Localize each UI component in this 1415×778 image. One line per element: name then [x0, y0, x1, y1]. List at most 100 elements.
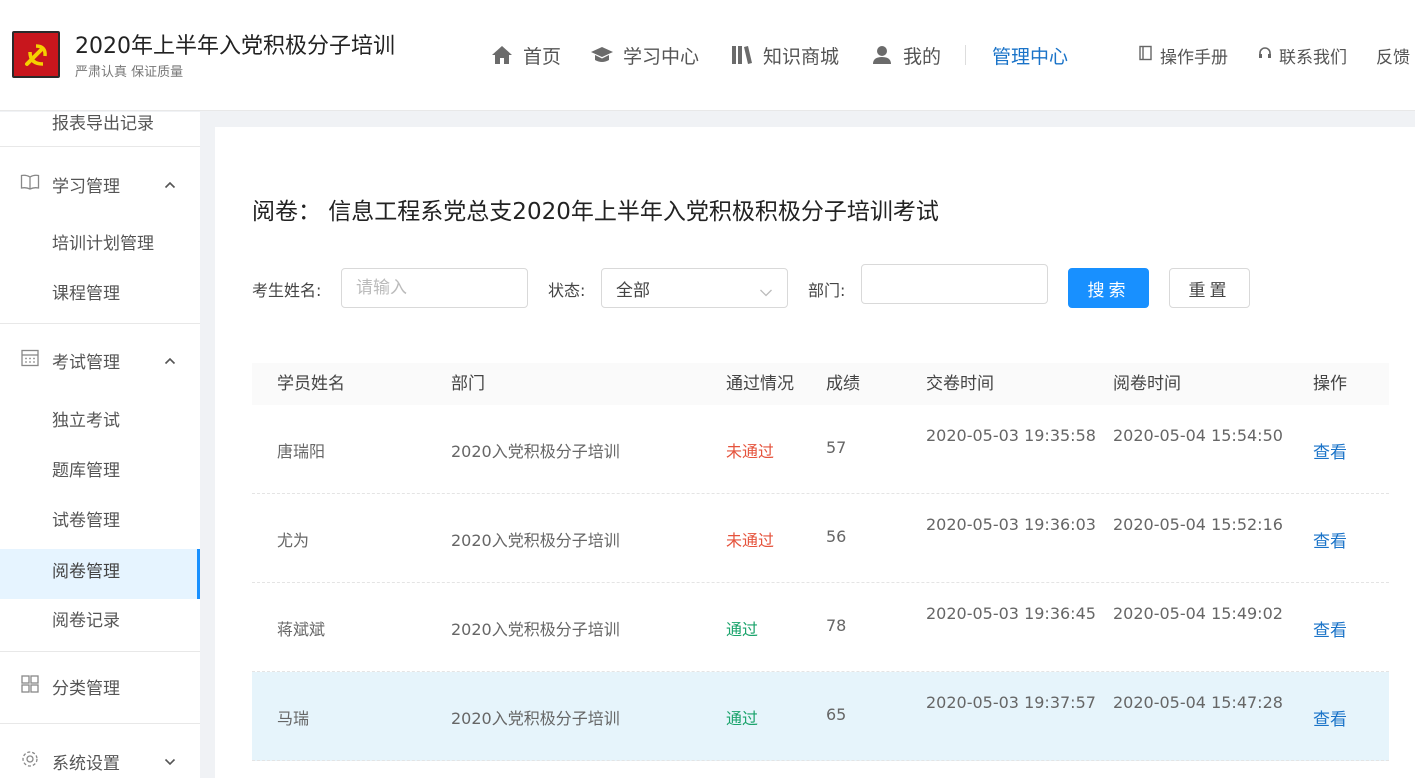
cell-department: 2020入党积极分子培训 — [451, 620, 620, 639]
util-manual[interactable]: 操作手册 — [1138, 41, 1228, 69]
cell-review-time: 2020-05-04 15:52:16 — [1113, 515, 1283, 534]
cell-department: 2020入党积极分子培训 — [451, 531, 620, 550]
cell-review-time: 2020-05-04 15:49:02 — [1113, 604, 1283, 623]
cell-review-time: 2020-05-04 15:47:28 — [1113, 693, 1283, 712]
nav-home[interactable]: 首页 — [490, 38, 561, 72]
reset-button[interactable]: 重置 — [1169, 268, 1250, 308]
chevron-up-icon — [164, 350, 176, 370]
sidebar-group-settings[interactable]: 系统设置 — [0, 741, 200, 778]
col-action: 操作 — [1313, 374, 1347, 394]
sidebar-item-label: 培训计划管理 — [52, 234, 154, 254]
nav-admin-center-label: 管理中心 — [992, 45, 1069, 68]
cell-student-name: 唐瑞阳 — [277, 442, 326, 461]
cell-pass-status: 未通过 — [726, 531, 775, 550]
nav-study-center-label: 学习中心 — [623, 45, 700, 68]
sidebar-group-label: 系统设置 — [52, 753, 120, 774]
table-header: 学员姓名 部门 通过情况 成绩 交卷时间 阅卷时间 操作 — [252, 363, 1389, 405]
grid-icon — [20, 674, 40, 699]
status-select-value: 全部 — [616, 280, 650, 301]
sidebar-divider — [0, 323, 200, 324]
sidebar-item-independent-exam[interactable]: 独立考试 — [0, 401, 200, 441]
nav-home-label: 首页 — [523, 45, 562, 68]
view-link[interactable]: 查看 — [1313, 705, 1347, 730]
main-panel: 阅卷： 信息工程系党总支2020年上半年入党积极积极分子培训考试 考生姓名: 状… — [215, 127, 1415, 778]
student-name-label: 考生姓名: — [252, 281, 322, 300]
cell-student-name: 尤为 — [277, 531, 310, 550]
book-open-icon — [20, 173, 40, 196]
nav-mine[interactable]: 我的 — [870, 38, 941, 72]
sidebar-item-report-export[interactable]: 报表导出记录 — [0, 112, 200, 144]
sidebar-item-label: 题库管理 — [52, 461, 120, 481]
sidebar-divider — [0, 651, 200, 652]
nav-admin-center[interactable]: 管理中心 — [992, 38, 1068, 72]
cell-pass-status: 未通过 — [726, 442, 775, 461]
nav-divider — [965, 45, 966, 65]
app-title: 2020年上半年入党积极分子培训 — [75, 34, 395, 59]
sidebar-item-label: 报表导出记录 — [52, 114, 154, 134]
search-button[interactable]: 搜索 — [1068, 268, 1149, 308]
cell-student-name: 马瑞 — [277, 709, 310, 728]
util-manual-label: 操作手册 — [1160, 47, 1228, 68]
sidebar-group-category[interactable]: 分类管理 — [0, 666, 200, 706]
cell-submit-time: 2020-05-03 19:37:57 — [926, 693, 1096, 712]
sidebar-group-label: 考试管理 — [52, 352, 120, 373]
status-select[interactable]: 全部 — [601, 268, 788, 308]
table-row: 蒋斌斌 2020入党积极分子培训 通过 78 2020-05-03 19:36:… — [252, 583, 1389, 672]
util-feedback[interactable]: 反馈 — [1376, 41, 1410, 69]
cell-department: 2020入党积极分子培训 — [451, 442, 620, 461]
headset-icon — [1257, 45, 1273, 66]
cell-score: 57 — [826, 438, 847, 457]
books-icon — [730, 43, 754, 67]
sidebar-item-label: 试卷管理 — [52, 511, 120, 531]
graduation-cap-icon — [590, 43, 614, 67]
home-icon — [490, 43, 514, 67]
sidebar-divider — [0, 146, 200, 147]
sidebar-item-label: 课程管理 — [52, 284, 120, 304]
manual-icon — [1138, 45, 1154, 66]
sidebar-group-label: 分类管理 — [52, 678, 120, 699]
department-label: 部门: — [808, 281, 846, 300]
cell-pass-status: 通过 — [726, 620, 759, 639]
sidebar-item-paper[interactable]: 试卷管理 — [0, 501, 200, 541]
sidebar-group-study[interactable]: 学习管理 — [0, 164, 200, 204]
cell-submit-time: 2020-05-03 19:36:03 — [926, 515, 1096, 534]
sidebar-item-training-plan[interactable]: 培训计划管理 — [0, 224, 200, 264]
party-emblem-logo — [12, 31, 60, 78]
sidebar-item-label: 阅卷管理 — [52, 562, 120, 582]
util-feedback-label: 反馈 — [1376, 47, 1410, 68]
util-contact[interactable]: 联系我们 — [1257, 41, 1347, 69]
cell-review-time: 2020-05-04 15:54:50 — [1113, 426, 1283, 445]
cell-score: 65 — [826, 705, 847, 724]
sidebar-group-exam[interactable]: 考试管理 — [0, 340, 200, 380]
nav-knowledge-mall-label: 知识商城 — [763, 45, 840, 68]
cell-pass-status: 通过 — [726, 709, 759, 728]
student-name-input[interactable] — [341, 268, 528, 308]
nav-knowledge-mall[interactable]: 知识商城 — [730, 38, 839, 72]
cell-submit-time: 2020-05-03 19:36:45 — [926, 604, 1096, 623]
nav-mine-label: 我的 — [903, 45, 942, 68]
view-link[interactable]: 查看 — [1313, 527, 1347, 552]
top-header: 2020年上半年入党积极分子培训 严肃认真 保证质量 首页 学习中心 知识商城 … — [0, 0, 1415, 111]
view-link[interactable]: 查看 — [1313, 616, 1347, 641]
sidebar-item-question-bank[interactable]: 题库管理 — [0, 451, 200, 491]
nav-study-center[interactable]: 学习中心 — [590, 38, 699, 72]
sidebar-item-grading-record[interactable]: 阅卷记录 — [0, 601, 200, 641]
col-submit-time: 交卷时间 — [926, 374, 994, 394]
cell-department: 2020入党积极分子培训 — [451, 709, 620, 728]
gear-icon — [20, 749, 40, 774]
cell-student-name: 蒋斌斌 — [277, 620, 326, 639]
sidebar-item-grading[interactable]: 阅卷管理 — [0, 549, 200, 599]
chevron-down-icon — [759, 283, 773, 303]
table-row: 尤为 2020入党积极分子培训 未通过 56 2020-05-03 19:36:… — [252, 494, 1389, 583]
sidebar-item-course[interactable]: 课程管理 — [0, 274, 200, 314]
cell-score: 78 — [826, 616, 847, 635]
util-contact-label: 联系我们 — [1279, 47, 1347, 68]
view-link[interactable]: 查看 — [1313, 438, 1347, 463]
col-pass-status: 通过情况 — [726, 374, 794, 394]
col-department: 部门 — [451, 374, 485, 394]
table-row: 马瑞 2020入党积极分子培训 通过 65 2020-05-03 19:37:5… — [252, 672, 1389, 761]
sidebar-group-label: 学习管理 — [52, 176, 120, 197]
department-input[interactable] — [861, 264, 1048, 304]
col-review-time: 阅卷时间 — [1113, 374, 1181, 394]
chevron-down-icon — [164, 751, 176, 771]
